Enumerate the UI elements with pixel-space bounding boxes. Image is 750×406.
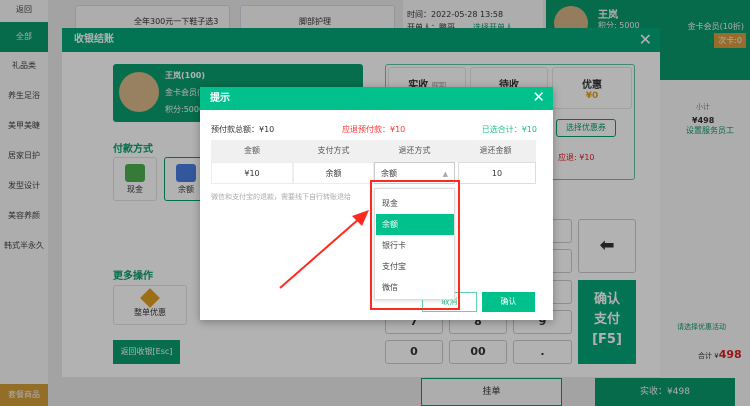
annotation-arrow <box>279 210 369 289</box>
arrow-line <box>279 217 361 289</box>
